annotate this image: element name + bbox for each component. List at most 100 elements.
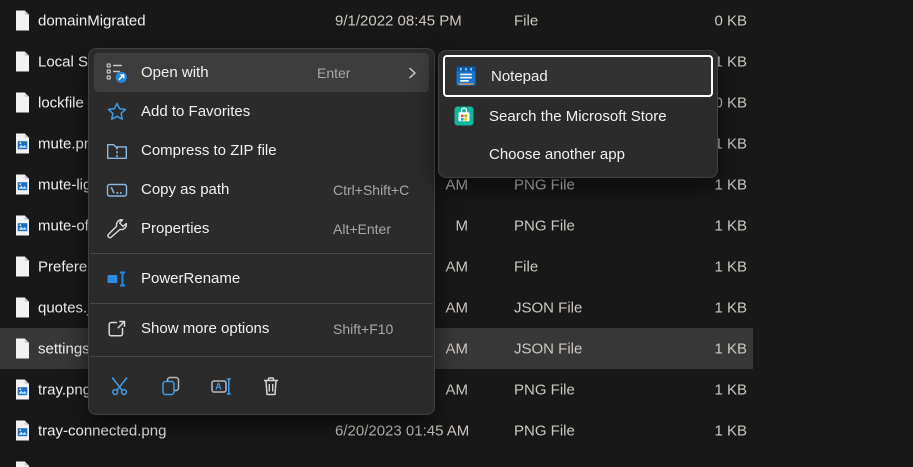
file-size: 1 KB	[714, 422, 747, 439]
star-icon	[106, 101, 128, 123]
submenu-item-label: Notepad	[491, 68, 548, 85]
menu-item-label: PowerRename	[141, 270, 240, 287]
file-name: Preferen	[38, 258, 96, 275]
file-size: 1 KB	[714, 299, 747, 316]
menu-item-label: Open with	[141, 64, 209, 81]
file-type: PNG File	[514, 217, 575, 234]
file-type: PNG File	[514, 381, 575, 398]
file-explorer-window: domainMigrated 9/1/2022 08:45 PM File 0 KB L…	[0, 0, 913, 467]
image-file-icon	[14, 379, 31, 400]
cut-button[interactable]	[103, 369, 139, 403]
file-size: 1 KB	[714, 340, 747, 357]
file-type: File	[514, 258, 538, 275]
notepad-icon	[454, 64, 478, 88]
copy-icon	[160, 375, 182, 397]
submenu-item-label: Search the Microsoft Store	[489, 108, 667, 125]
file-date-modified: AM	[446, 258, 469, 275]
menu-item-label: Add to Favorites	[141, 103, 250, 120]
menu-item-shortcut: Alt+Enter	[333, 221, 419, 237]
microsoft-store-icon	[452, 104, 476, 128]
file-type: PNG File	[514, 422, 575, 439]
file-name: mute-lig	[38, 176, 91, 193]
menu-item-shortcut: Shift+F10	[333, 321, 419, 337]
file-name: quotes.j	[38, 299, 91, 316]
file-size: 1 KB	[714, 258, 747, 275]
file-date-modified: 6/20/2023 01:45 AM	[335, 422, 469, 439]
icon-placeholder	[452, 154, 476, 155]
file-name: mute.pn	[38, 135, 92, 152]
menu-item-open-with[interactable]: Open with Enter	[94, 53, 429, 92]
menu-item-shortcut: Enter	[317, 65, 403, 81]
file-icon	[14, 10, 31, 31]
rename-icon: A	[210, 375, 232, 397]
file-name: tray-connected.png	[38, 422, 166, 439]
menu-item-label: Copy as path	[141, 181, 229, 198]
file-type: File	[514, 12, 538, 29]
file-size: 1 KB	[714, 217, 747, 234]
file-icon	[14, 256, 31, 277]
file-name: domainMigrated	[38, 12, 146, 29]
zip-folder-icon	[106, 140, 128, 162]
file-date-modified: AM	[446, 299, 469, 316]
file-icon	[14, 461, 31, 467]
file-row[interactable]	[0, 451, 753, 467]
quick-actions-row: A	[89, 364, 434, 408]
file-name: settings	[38, 340, 90, 357]
image-file-icon	[14, 420, 31, 441]
cut-icon	[110, 375, 132, 397]
image-file-icon	[14, 133, 31, 154]
delete-button[interactable]	[253, 369, 289, 403]
file-size: 0 KB	[714, 12, 747, 29]
file-name: tray.png	[38, 381, 91, 398]
show-more-icon	[106, 318, 128, 340]
menu-item-label: Show more options	[141, 320, 269, 337]
file-size: 1 KB	[714, 53, 747, 70]
menu-item-properties[interactable]: Properties Alt+Enter	[94, 209, 429, 248]
menu-item-show-more-options[interactable]: Show more options Shift+F10	[94, 309, 429, 348]
file-row[interactable]: domainMigrated 9/1/2022 08:45 PM File 0 KB	[0, 0, 753, 41]
chevron-right-icon	[405, 66, 419, 80]
copy-path-icon	[106, 179, 128, 201]
file-icon	[14, 51, 31, 72]
menu-item-copy-as-path[interactable]: Copy as path Ctrl+Shift+C	[94, 170, 429, 209]
menu-item-compress-to-zip[interactable]: Compress to ZIP file	[94, 131, 429, 170]
file-date-modified: AM	[446, 340, 469, 357]
file-icon	[14, 338, 31, 359]
image-file-icon	[14, 215, 31, 236]
file-date-modified: 9/1/2022 08:45 PM	[335, 12, 462, 29]
file-size: 1 KB	[714, 381, 747, 398]
file-name: lockfile	[38, 94, 84, 111]
file-row[interactable]: tray-connected.png 6/20/2023 01:45 AM PNG …	[0, 410, 753, 451]
image-file-icon	[14, 174, 31, 195]
wrench-icon	[106, 218, 128, 240]
file-date-modified: AM	[446, 176, 469, 193]
menu-item-shortcut: Ctrl+Shift+C	[333, 182, 419, 198]
powerrename-icon	[106, 268, 128, 290]
menu-item-label: Compress to ZIP file	[141, 142, 277, 159]
delete-icon	[260, 375, 282, 397]
open-with-submenu: Notepad Search the Microsoft Store Choose …	[438, 50, 718, 178]
file-icon	[14, 92, 31, 113]
submenu-item-label: Choose another app	[489, 146, 625, 163]
submenu-item-choose-another-app[interactable]: Choose another app	[443, 135, 713, 173]
copy-button[interactable]	[153, 369, 189, 403]
menu-item-powerrename[interactable]: PowerRename	[94, 259, 429, 298]
file-type: PNG File	[514, 176, 575, 193]
file-size: 1 KB	[714, 176, 747, 193]
menu-item-add-to-favorites[interactable]: Add to Favorites	[94, 92, 429, 131]
svg-text:A: A	[215, 382, 222, 392]
menu-separator	[90, 303, 433, 304]
menu-separator	[90, 356, 433, 357]
file-name: Local St	[38, 53, 92, 70]
rename-button[interactable]: A	[203, 369, 239, 403]
menu-item-label: Properties	[141, 220, 209, 237]
submenu-item-notepad[interactable]: Notepad	[443, 55, 713, 97]
file-type: JSON File	[514, 299, 582, 316]
file-size: 0 KB	[714, 94, 747, 111]
menu-separator	[90, 253, 433, 254]
file-icon	[14, 297, 31, 318]
open-with-icon	[106, 62, 128, 84]
file-size: 1 KB	[714, 135, 747, 152]
submenu-item-search-microsoft-store[interactable]: Search the Microsoft Store	[443, 97, 713, 135]
context-menu: Open with Enter Add to Favorites Compress t…	[88, 48, 435, 415]
